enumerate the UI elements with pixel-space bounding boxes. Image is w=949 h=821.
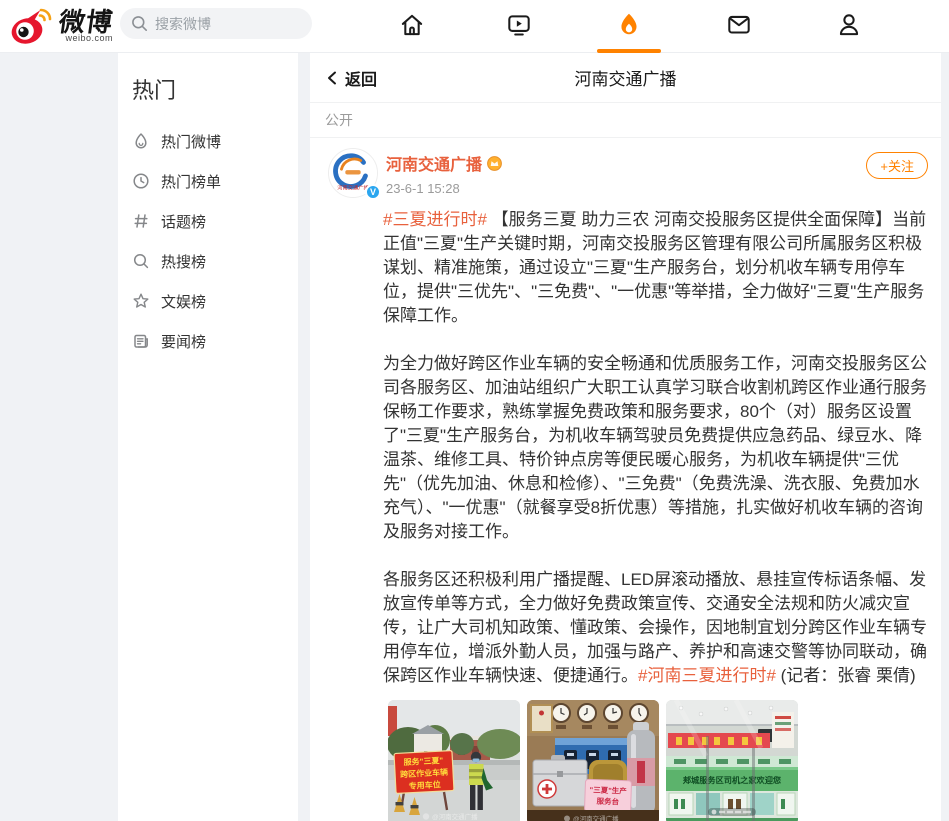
top-navigation-bar: 微博 weibo.com xyxy=(0,0,949,53)
photo-parking-sign[interactable]: 服务"三夏" 跨区作业车辆 专用车位 xyxy=(388,700,520,821)
author-name[interactable]: 河南交通广播 xyxy=(386,151,482,175)
verified-badge: V xyxy=(365,184,381,200)
service-desk-sign: "三夏"生产 服务台 xyxy=(584,779,631,813)
hash-icon xyxy=(132,212,150,230)
sidebar-item-hot-ranking[interactable]: 热门榜单 xyxy=(118,161,298,201)
avatar[interactable]: 河南交通广播 V xyxy=(328,148,378,198)
sidebar-item-topics[interactable]: 话题榜 xyxy=(118,201,298,241)
post-image-grid: 服务"三夏" 跨区作业车辆 专用车位 xyxy=(388,700,928,821)
profile-icon[interactable] xyxy=(835,11,863,39)
sidebar-item-hot-search[interactable]: 热搜榜 xyxy=(118,241,298,281)
photo-watermark: @河南交通广播 xyxy=(423,812,478,821)
active-tab-underline xyxy=(597,49,661,53)
home-icon[interactable] xyxy=(398,11,426,39)
post-paragraph: 为全力做好跨区作业车辆的安全畅通和优质服务工作，河南交投服务区公司各服务区、加油… xyxy=(383,352,928,544)
post-header: 河南交通广播 V 河南交通广播 23-6-1 15:28 +关注 xyxy=(328,148,928,198)
search-icon xyxy=(131,15,148,32)
hot-icon[interactable] xyxy=(615,11,643,39)
sidebar-item-label: 热门微博 xyxy=(161,131,221,152)
sidebar-item-label: 热门榜单 xyxy=(161,171,221,192)
news-icon xyxy=(132,332,150,350)
sidebar-item-news[interactable]: 要闻榜 xyxy=(118,321,298,361)
weibo-logo[interactable]: 微博 weibo.com xyxy=(10,6,113,46)
parking-sign: 服务"三夏" 跨区作业车辆 专用车位 xyxy=(394,751,454,794)
sidebar-item-label: 文娱榜 xyxy=(161,291,206,312)
sidebar-item-label: 话题榜 xyxy=(161,211,206,232)
brand-name: 微博 xyxy=(57,9,115,35)
back-button[interactable]: 返回 xyxy=(325,66,377,90)
search-box[interactable] xyxy=(120,8,312,39)
mail-icon[interactable] xyxy=(725,11,753,39)
back-label: 返回 xyxy=(345,66,377,90)
post-text: #三夏进行时# 【服务三夏 助力三农 河南交投服务区提供全面保障】当前正值"三夏… xyxy=(383,208,928,688)
hashtag-link[interactable]: #三夏进行时# xyxy=(383,210,487,229)
sidebar-item-entertainment[interactable]: 文娱榜 xyxy=(118,281,298,321)
svg-text:服务"三夏": 服务"三夏" xyxy=(403,755,443,767)
svg-text:专用车位: 专用车位 xyxy=(408,779,440,791)
visibility-label: 公开 xyxy=(310,103,941,138)
svg-text:服务台: 服务台 xyxy=(596,796,619,807)
weibo-eye-icon xyxy=(10,6,56,46)
svg-text:@河南交通广播: @河南交通广播 xyxy=(573,814,619,821)
sidebar-title: 热门 xyxy=(132,73,298,105)
star-icon xyxy=(132,292,150,310)
svg-text:@河南交通广播: @河南交通广播 xyxy=(432,812,478,821)
svg-text:"三夏"生产: "三夏"生产 xyxy=(589,784,627,795)
detail-header: 返回 河南交通广播 xyxy=(310,53,941,103)
sidebar-item-label: 要闻榜 xyxy=(161,331,206,352)
post: 河南交通广播 V 河南交通广播 23-6-1 15:28 +关注 #三夏进行 xyxy=(310,138,941,821)
post-paragraph: 各服务区还积极利用广播提醒、LED屏滚动播放、悬挂宣传标语条幅、发放宣传单等方式… xyxy=(383,568,928,688)
sidebar-item-label: 热搜榜 xyxy=(161,251,206,272)
hashtag-link[interactable]: #河南三夏进行时# xyxy=(638,666,776,685)
vip-badge-icon xyxy=(487,156,502,171)
post-text-segment: (记者：张睿 栗倩) xyxy=(776,666,916,685)
follow-button[interactable]: +关注 xyxy=(866,152,928,179)
sidebar-item-hot-weibo[interactable]: 热门微博 xyxy=(118,121,298,161)
photo-driver-home[interactable]: 郏城服务区司机之家欢迎您 xyxy=(666,700,798,821)
page-title: 河南交通广播 xyxy=(310,65,941,90)
photo-watermark: @河南交通广播 xyxy=(564,814,619,821)
photo-service-desk[interactable]: "三夏"生产 服务台 @河南交通广播 xyxy=(527,700,659,821)
sidebar: 热门 热门微博 热门榜单 话题榜 xyxy=(118,53,298,821)
photo-watermark xyxy=(708,808,756,816)
chevron-left-icon xyxy=(325,70,339,86)
post-detail-panel: 返回 河南交通广播 公开 河南交通广播 V 河南交 xyxy=(310,53,941,821)
search-input[interactable] xyxy=(155,16,295,32)
post-paragraph: #三夏进行时# 【服务三夏 助力三农 河南交投服务区提供全面保障】当前正值"三夏… xyxy=(383,208,928,328)
video-icon[interactable] xyxy=(505,11,533,39)
clock-icon xyxy=(132,172,150,190)
svg-text:郏城服务区司机之家欢迎您: 郏城服务区司机之家欢迎您 xyxy=(682,775,781,785)
post-timestamp: 23-6-1 15:28 xyxy=(386,181,502,196)
fire-icon xyxy=(132,132,150,150)
search-icon xyxy=(132,252,150,270)
post-text-segment: 为全力做好跨区作业车辆的安全畅通和优质服务工作，河南交投服务区公司各服务区、加油… xyxy=(383,354,927,541)
